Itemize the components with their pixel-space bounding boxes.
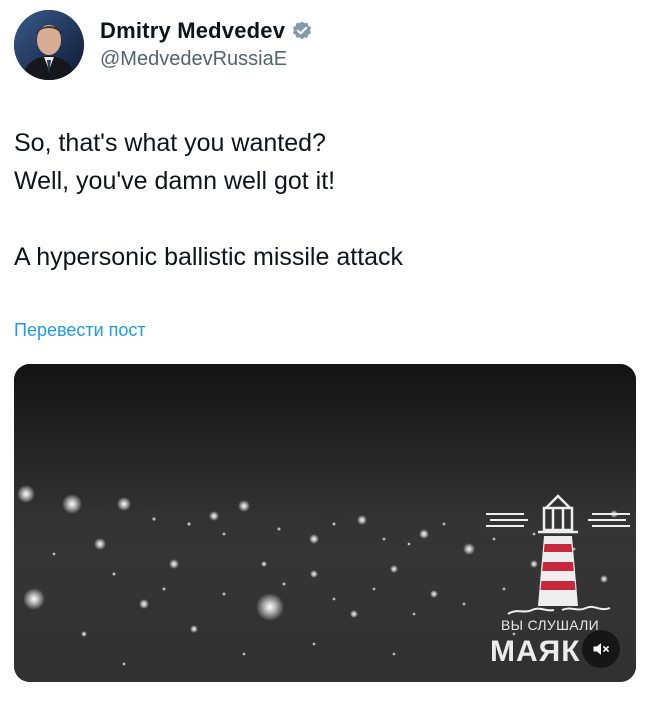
speaker-muted-icon	[593, 643, 609, 655]
tweet-text: So, that's what you wanted? Well, you've…	[14, 124, 634, 276]
watermark-brand: МАЯК	[490, 635, 581, 668]
tweet-line: Well, you've damn well got it!	[14, 167, 336, 195]
mute-button[interactable]	[582, 630, 620, 668]
video-player[interactable]: ВЫ СЛУШАЛИ МАЯК	[14, 364, 636, 682]
tweet-line: A hypersonic ballistic missile attack	[14, 243, 404, 271]
translate-post-link[interactable]: Перевести пост	[14, 320, 146, 341]
tweet-line: So, that's what you wanted?	[14, 129, 326, 157]
author-handle[interactable]: @MedvedevRussiaE	[100, 48, 287, 71]
verified-badge-icon	[291, 20, 313, 42]
author-display-name[interactable]: Dmitry Medvedev	[100, 18, 285, 44]
watermark-caption: ВЫ СЛУШАЛИ	[500, 617, 600, 633]
avatar[interactable]	[14, 10, 84, 80]
author-name-row: Dmitry Medvedev	[100, 18, 313, 44]
